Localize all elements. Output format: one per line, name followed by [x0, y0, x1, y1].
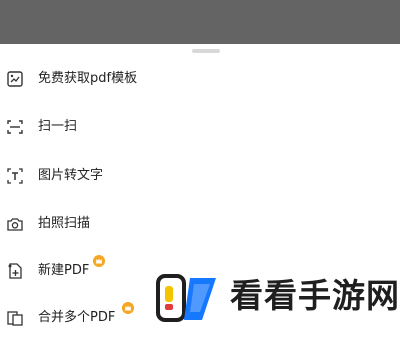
menu-item-photo-scan[interactable]: 拍照扫描: [0, 205, 400, 245]
menu-item-image-to-text[interactable]: 图片转文字: [0, 157, 400, 197]
menu-item-label: 扫一扫: [38, 119, 78, 134]
menu-item-scan[interactable]: 扫一扫: [0, 108, 400, 148]
camera-icon: [6, 215, 24, 233]
dimmed-background-overlay[interactable]: [0, 0, 400, 44]
menu-item-free-pdf-template[interactable]: 免费获取pdf模板: [0, 60, 400, 100]
watermark-text: 看看手游网: [230, 276, 400, 315]
menu-item-label: 合并多个PDF: [38, 310, 116, 325]
menu-item-label: 图片转文字: [38, 168, 104, 183]
merge-pdf-icon: [6, 309, 24, 327]
vip-crown-icon: [122, 302, 134, 314]
site-watermark: 看看手游网: [148, 264, 400, 331]
image-to-text-icon: [6, 167, 24, 185]
menu-item-label: 新建PDF: [38, 263, 90, 278]
sheet-drag-handle[interactable]: [192, 49, 220, 53]
menu-item-label: 免费获取pdf模板: [38, 71, 138, 86]
vip-crown-icon: [93, 255, 105, 267]
template-icon: [6, 70, 24, 88]
new-pdf-icon: [6, 262, 24, 280]
menu-item-label: 拍照扫描: [38, 216, 91, 231]
watermark-logo-icon: [154, 270, 224, 326]
scan-icon: [6, 118, 24, 136]
